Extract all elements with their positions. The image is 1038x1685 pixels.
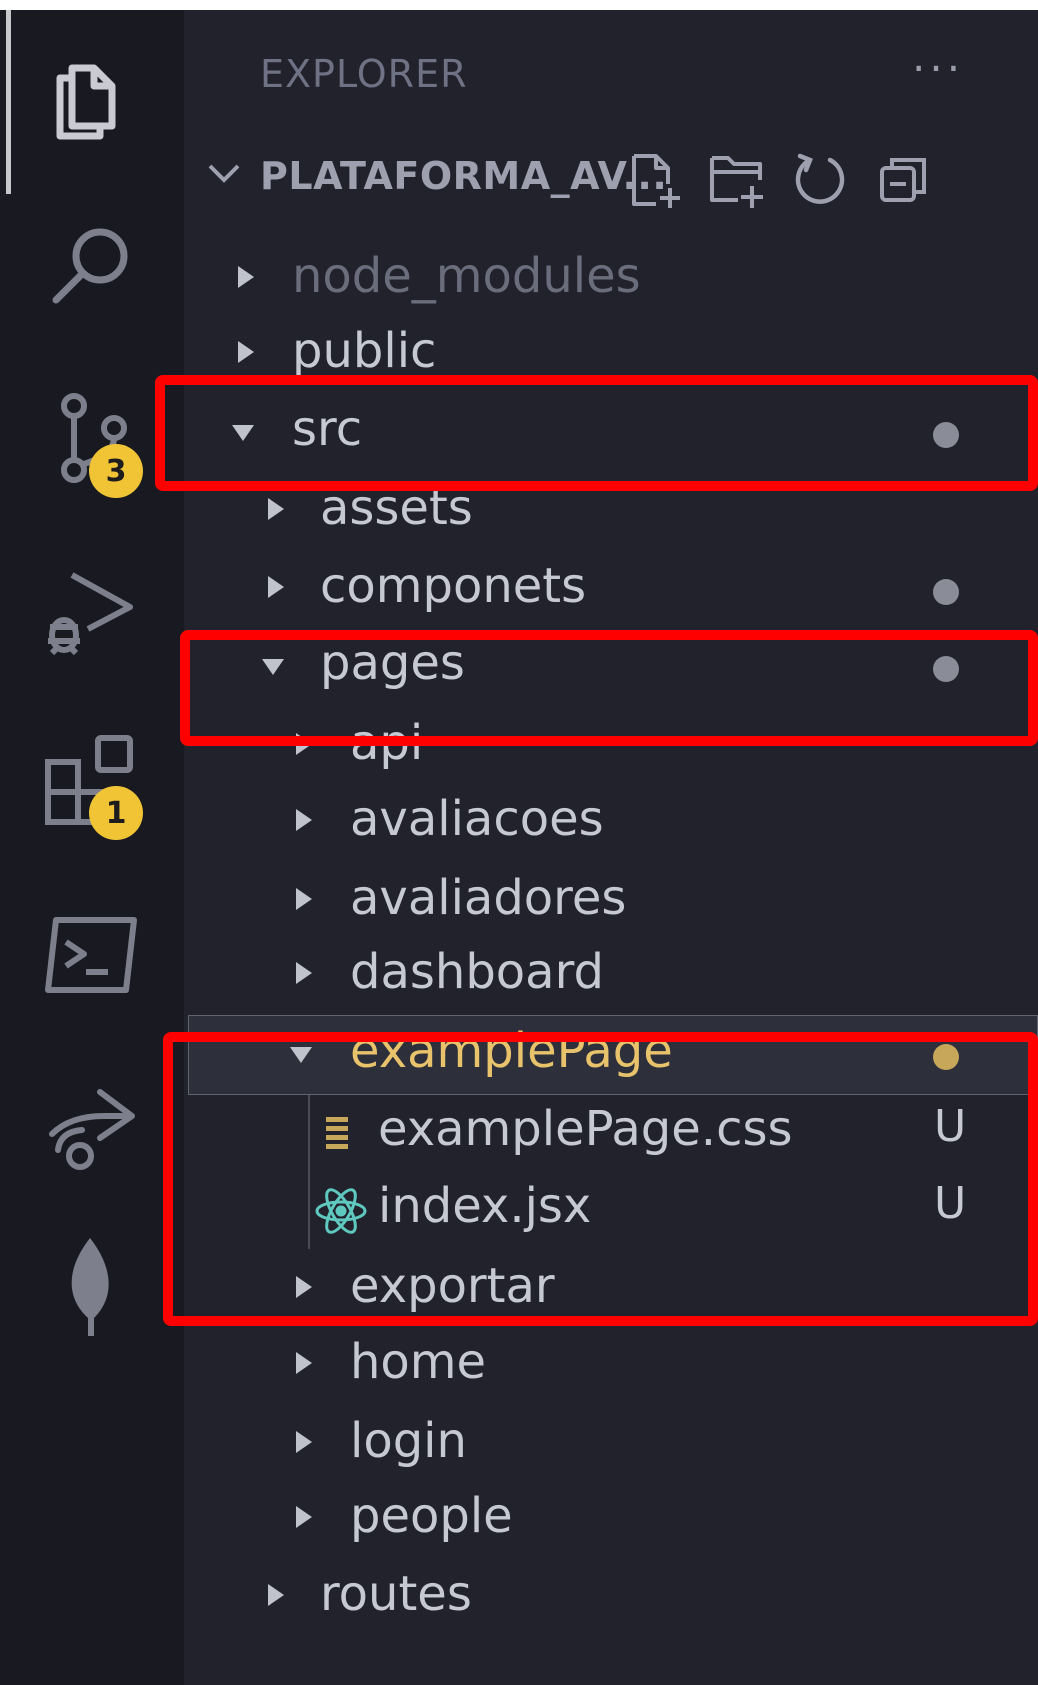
chevron-down-icon (208, 164, 240, 183)
tree-item-label: avaliadores (350, 870, 627, 926)
extensions-badge: 1 (89, 786, 143, 840)
collapse-arrow-icon (290, 1047, 312, 1063)
tree-item-label: pages (320, 635, 465, 691)
tree-item-label: people (350, 1488, 513, 1544)
tree-item-label: dashboard (350, 944, 604, 1000)
new-folder-icon[interactable] (706, 150, 766, 210)
tree-folder-pages[interactable]: pages (184, 627, 1038, 707)
tree-item-label: home (350, 1334, 487, 1390)
more-actions-icon[interactable]: ··· (912, 44, 964, 93)
terminal-icon[interactable] (42, 910, 142, 1010)
collapse-arrow-icon (262, 659, 284, 675)
active-indicator (6, 10, 11, 194)
activity-bar: 3 1 (0, 10, 184, 1685)
tree-item-label: examplePage.css (378, 1101, 793, 1157)
tree-folder-exportar[interactable]: exportar (184, 1250, 1038, 1330)
explorer-icon[interactable] (42, 46, 142, 146)
tree-item-label: api (350, 715, 424, 771)
tree-item-label: assets (320, 480, 473, 536)
tree-folder-avaliadores[interactable]: avaliadores (184, 862, 1038, 942)
expand-arrow-icon (296, 1352, 312, 1374)
tree-folder-routes[interactable]: routes (184, 1558, 1038, 1638)
tree-item-label: componets (320, 558, 587, 614)
expand-arrow-icon (296, 1276, 312, 1298)
run-debug-icon[interactable] (42, 565, 142, 665)
tree-item-label: public (292, 323, 437, 379)
tree-folder-avaliacoes[interactable]: avaliacoes (184, 783, 1038, 863)
explorer-sidebar: EXPLORER ··· PLATAFORMA_AV... node_modul… (184, 10, 1038, 1685)
untracked-status: U (934, 1178, 967, 1229)
modified-dot (933, 579, 959, 605)
expand-arrow-icon (268, 576, 284, 598)
live-share-icon[interactable] (42, 1072, 142, 1172)
explorer-title: EXPLORER (260, 52, 468, 96)
tree-file-index-jsx[interactable]: index.jsx U (184, 1170, 1038, 1250)
source-control-badge: 3 (89, 444, 143, 498)
untracked-status: U (934, 1101, 967, 1152)
mongodb-leaf-icon[interactable] (42, 1236, 142, 1336)
tree-file-examplepage-css[interactable]: examplePage.css U (184, 1093, 1038, 1173)
modified-dot (933, 656, 959, 682)
tree-item-label: index.jsx (378, 1178, 592, 1234)
tree-folder-examplepage[interactable]: examplePage (184, 1015, 1038, 1095)
expand-arrow-icon (296, 888, 312, 910)
project-header[interactable]: PLATAFORMA_AV... (184, 150, 1038, 220)
search-icon[interactable] (42, 216, 142, 316)
expand-arrow-icon (296, 962, 312, 984)
tree-folder-home[interactable]: home (184, 1326, 1038, 1406)
expand-arrow-icon (296, 1506, 312, 1528)
tree-folder-login[interactable]: login (184, 1405, 1038, 1485)
expand-arrow-icon (238, 341, 254, 363)
expand-arrow-icon (296, 1431, 312, 1453)
tree-folder-dashboard[interactable]: dashboard (184, 936, 1038, 1016)
vscode-window: 3 1 EXPLORER ··· PLATAFORMA_AV... node_m… (0, 10, 1038, 1685)
react-icon (314, 1184, 368, 1238)
new-file-icon[interactable] (626, 150, 686, 210)
collapse-all-icon[interactable] (874, 150, 934, 210)
tree-item-label: routes (320, 1566, 472, 1622)
tree-folder-src[interactable]: src (184, 393, 1038, 473)
tree-item-label: examplePage (350, 1023, 673, 1079)
expand-arrow-icon (268, 498, 284, 520)
tree-item-label: login (350, 1413, 467, 1469)
expand-arrow-icon (296, 809, 312, 831)
collapse-arrow-icon (232, 425, 254, 441)
tree-folder-api[interactable]: api (184, 707, 1038, 787)
tree-item-label: avaliacoes (350, 791, 604, 847)
expand-arrow-icon (268, 1584, 284, 1606)
tree-folder-componets[interactable]: componets (184, 550, 1038, 630)
tree-folder-public[interactable]: public (184, 315, 1038, 395)
expand-arrow-icon (296, 733, 312, 755)
tree-item-label: node_modules (292, 248, 641, 304)
tree-item-label: exportar (350, 1258, 555, 1314)
modified-dot (933, 422, 959, 448)
expand-arrow-icon (238, 266, 254, 288)
project-name: PLATAFORMA_AV... (260, 154, 668, 198)
css-file-icon (314, 1107, 368, 1161)
tree-folder-assets[interactable]: assets (184, 472, 1038, 552)
refresh-icon[interactable] (790, 150, 850, 210)
tree-item-label: src (292, 401, 363, 457)
tree-folder-node-modules[interactable]: node_modules (184, 240, 1038, 320)
modified-dot (933, 1044, 959, 1070)
tree-folder-people[interactable]: people (184, 1480, 1038, 1560)
